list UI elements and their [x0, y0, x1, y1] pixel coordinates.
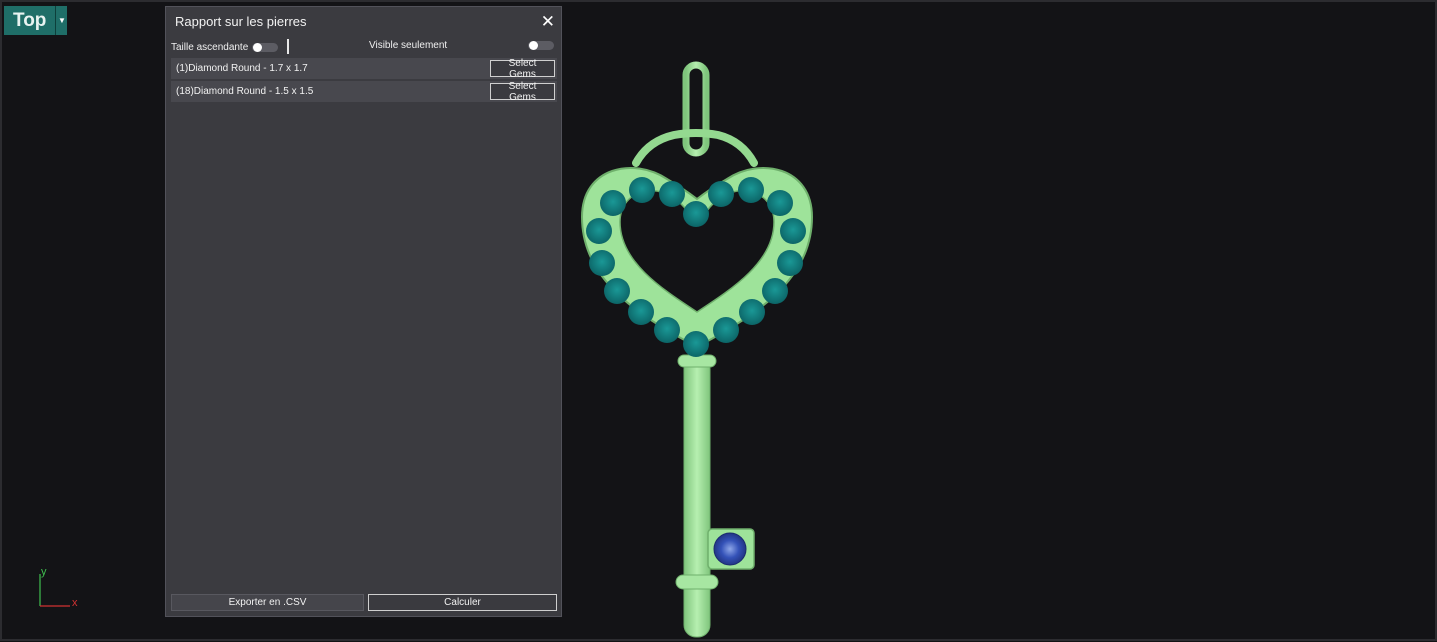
select-gems-button[interactable]: Select Gems	[490, 58, 555, 80]
key-shaft	[683, 356, 711, 638]
visible-only-toggle[interactable]	[528, 41, 554, 50]
filter-row: Taille ascendante Visible seulement	[166, 38, 561, 56]
view-name[interactable]: Top	[4, 6, 56, 35]
chevron-down-icon[interactable]: ▼	[55, 6, 68, 35]
bail-loop	[682, 61, 710, 157]
gem-stone	[777, 250, 803, 276]
panel-title: Rapport sur les pierres	[175, 13, 307, 29]
gem-row-2: (18)Diamond Round - 1.5 x 1.5 Select Gem…	[171, 81, 557, 103]
key-pendant-model[interactable]	[562, 57, 832, 642]
hanger-arch	[632, 129, 758, 167]
gem-stone	[713, 317, 739, 343]
gem-stone	[586, 218, 612, 244]
export-csv-button[interactable]: Exporter en .CSV	[171, 594, 364, 611]
axis-x-label: x	[72, 597, 78, 609]
close-icon[interactable]: ✕	[541, 13, 555, 30]
gem-stone	[708, 181, 734, 207]
select-gems-button[interactable]: Select Gems	[490, 81, 555, 103]
gem-stone	[628, 299, 654, 325]
ascending-size-label: Taille ascendante	[171, 42, 249, 53]
gem-stone	[683, 331, 709, 357]
shaft-collar-bottom	[675, 574, 719, 590]
3d-viewport[interactable]: Top ▼ y x Rapport sur les pierres ✕ Tail…	[0, 0, 1437, 641]
center-stone	[713, 532, 747, 566]
gem-stone	[600, 190, 626, 216]
gem-stone	[604, 278, 630, 304]
gem-stone	[589, 250, 615, 276]
divider	[287, 39, 289, 54]
panel-header: Rapport sur les pierres ✕	[166, 7, 561, 35]
gem-stone	[767, 190, 793, 216]
stones-report-panel: Rapport sur les pierres ✕ Taille ascenda…	[165, 6, 562, 617]
gem-stone	[738, 177, 764, 203]
gem-row-label: (1)Diamond Round - 1.7 x 1.7	[176, 63, 308, 74]
view-selector[interactable]: Top ▼	[4, 6, 68, 35]
gem-stone	[762, 278, 788, 304]
ascending-size-toggle[interactable]	[252, 43, 278, 52]
gem-stone	[683, 201, 709, 227]
gem-stone	[629, 177, 655, 203]
visible-only-label: Visible seulement	[369, 40, 448, 51]
axis-y-label: y	[41, 566, 47, 578]
gem-stone	[739, 299, 765, 325]
gem-row-label: (18)Diamond Round - 1.5 x 1.5	[176, 86, 314, 97]
axis-gizmo: y x	[39, 566, 78, 609]
gem-stone	[780, 218, 806, 244]
gem-row-1: (1)Diamond Round - 1.7 x 1.7 Select Gems	[171, 58, 557, 80]
calculate-button[interactable]: Calculer	[368, 594, 557, 611]
gem-stone	[659, 181, 685, 207]
gem-stone	[654, 317, 680, 343]
